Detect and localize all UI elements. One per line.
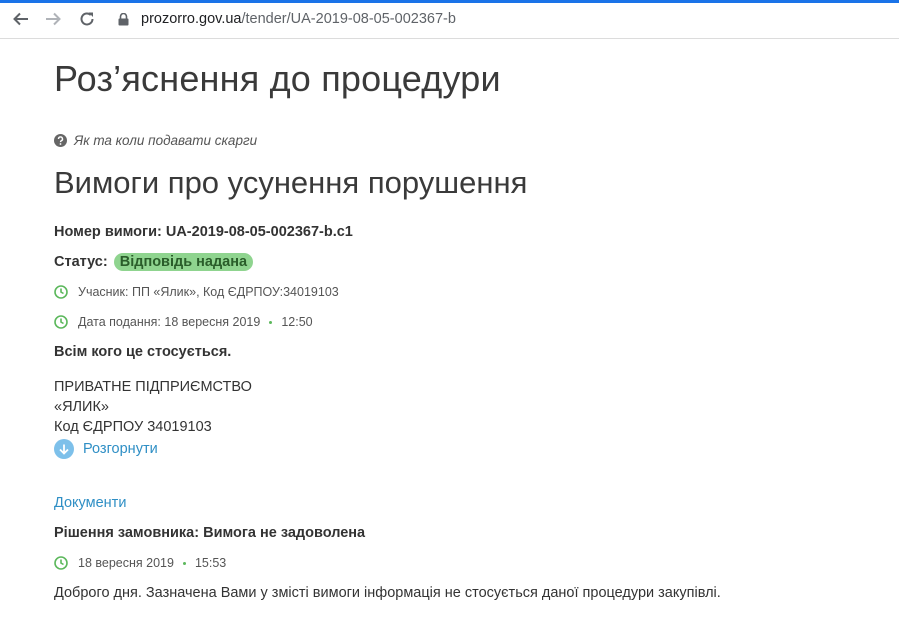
help-link-text: Як та коли подавати скарги [74, 133, 258, 148]
decision-date-row: 18 вересня 2019 15:53 [54, 556, 226, 570]
reload-icon [80, 12, 94, 26]
status-label: Статус: [54, 254, 108, 270]
complaint-help-link[interactable]: Як та коли подавати скарги [54, 133, 257, 148]
claim-number: Номер вимоги: UA-2019-08-05-002367-b.c1 [54, 224, 353, 240]
arrow-left-icon [13, 12, 28, 26]
section-title: Вимоги про усунення порушення [54, 165, 528, 200]
submission-row: Дата подання: 18 вересня 2019 12:50 [54, 315, 313, 329]
separator-dot [269, 320, 273, 324]
lock-icon [118, 13, 129, 26]
page-title: Роз’яснення до процедури [54, 58, 501, 99]
back-button[interactable] [10, 8, 32, 30]
participant-text: Учасник: ПП «Ялик», Код ЄДРПОУ:34019103 [78, 285, 339, 299]
clock-icon [54, 285, 68, 299]
url-path: /tender/UA-2019-08-05-002367-b [241, 11, 456, 27]
browser-toolbar: prozorro.gov.ua/tender/UA-2019-08-05-002… [0, 0, 899, 39]
submission-date: Дата подання: 18 вересня 2019 [78, 315, 261, 329]
clock-icon [54, 556, 68, 570]
claim-status: Статус: Відповідь надана [54, 253, 254, 271]
decision-title: Рішення замовника: Вимога не задоволена [54, 525, 366, 541]
body-line: «ЯЛИК» [54, 399, 109, 415]
participant-row: Учасник: ПП «Ялик», Код ЄДРПОУ:34019103 [54, 285, 339, 299]
greeting: Всім кого це стосується. [54, 344, 232, 360]
reload-button[interactable] [76, 8, 98, 30]
expand-button[interactable]: Розгорнути [54, 439, 158, 459]
url-host: prozorro.gov.ua [141, 11, 242, 27]
clock-icon [54, 315, 68, 329]
decision-time: 15:53 [194, 556, 227, 570]
separator-dot [182, 561, 186, 565]
decision-text: Доброго дня. Зазначена Вами у змісті вим… [54, 585, 721, 601]
claim-number-value: UA-2019-08-05-002367-b.c1 [165, 224, 353, 240]
forward-button[interactable] [42, 8, 64, 30]
claim-number-label: Номер вимоги: [54, 224, 162, 240]
decision-date: 18 вересня 2019 [78, 556, 174, 570]
submission-time: 12:50 [281, 315, 313, 329]
status-badge: Відповідь надана [113, 253, 254, 271]
address-bar[interactable]: prozorro.gov.ua/tender/UA-2019-08-05-002… [141, 8, 456, 30]
documents-link[interactable]: Документи [54, 495, 126, 511]
arrow-down-icon [54, 439, 74, 459]
active-tab-accent [0, 0, 899, 3]
expand-label: Розгорнути [83, 441, 158, 457]
body-line: Код ЄДРПОУ 34019103 [54, 419, 212, 435]
body-line: ПРИВАТНЕ ПІДПРИЄМСТВО [54, 379, 252, 395]
question-icon [54, 134, 67, 147]
arrow-right-icon [46, 12, 61, 26]
